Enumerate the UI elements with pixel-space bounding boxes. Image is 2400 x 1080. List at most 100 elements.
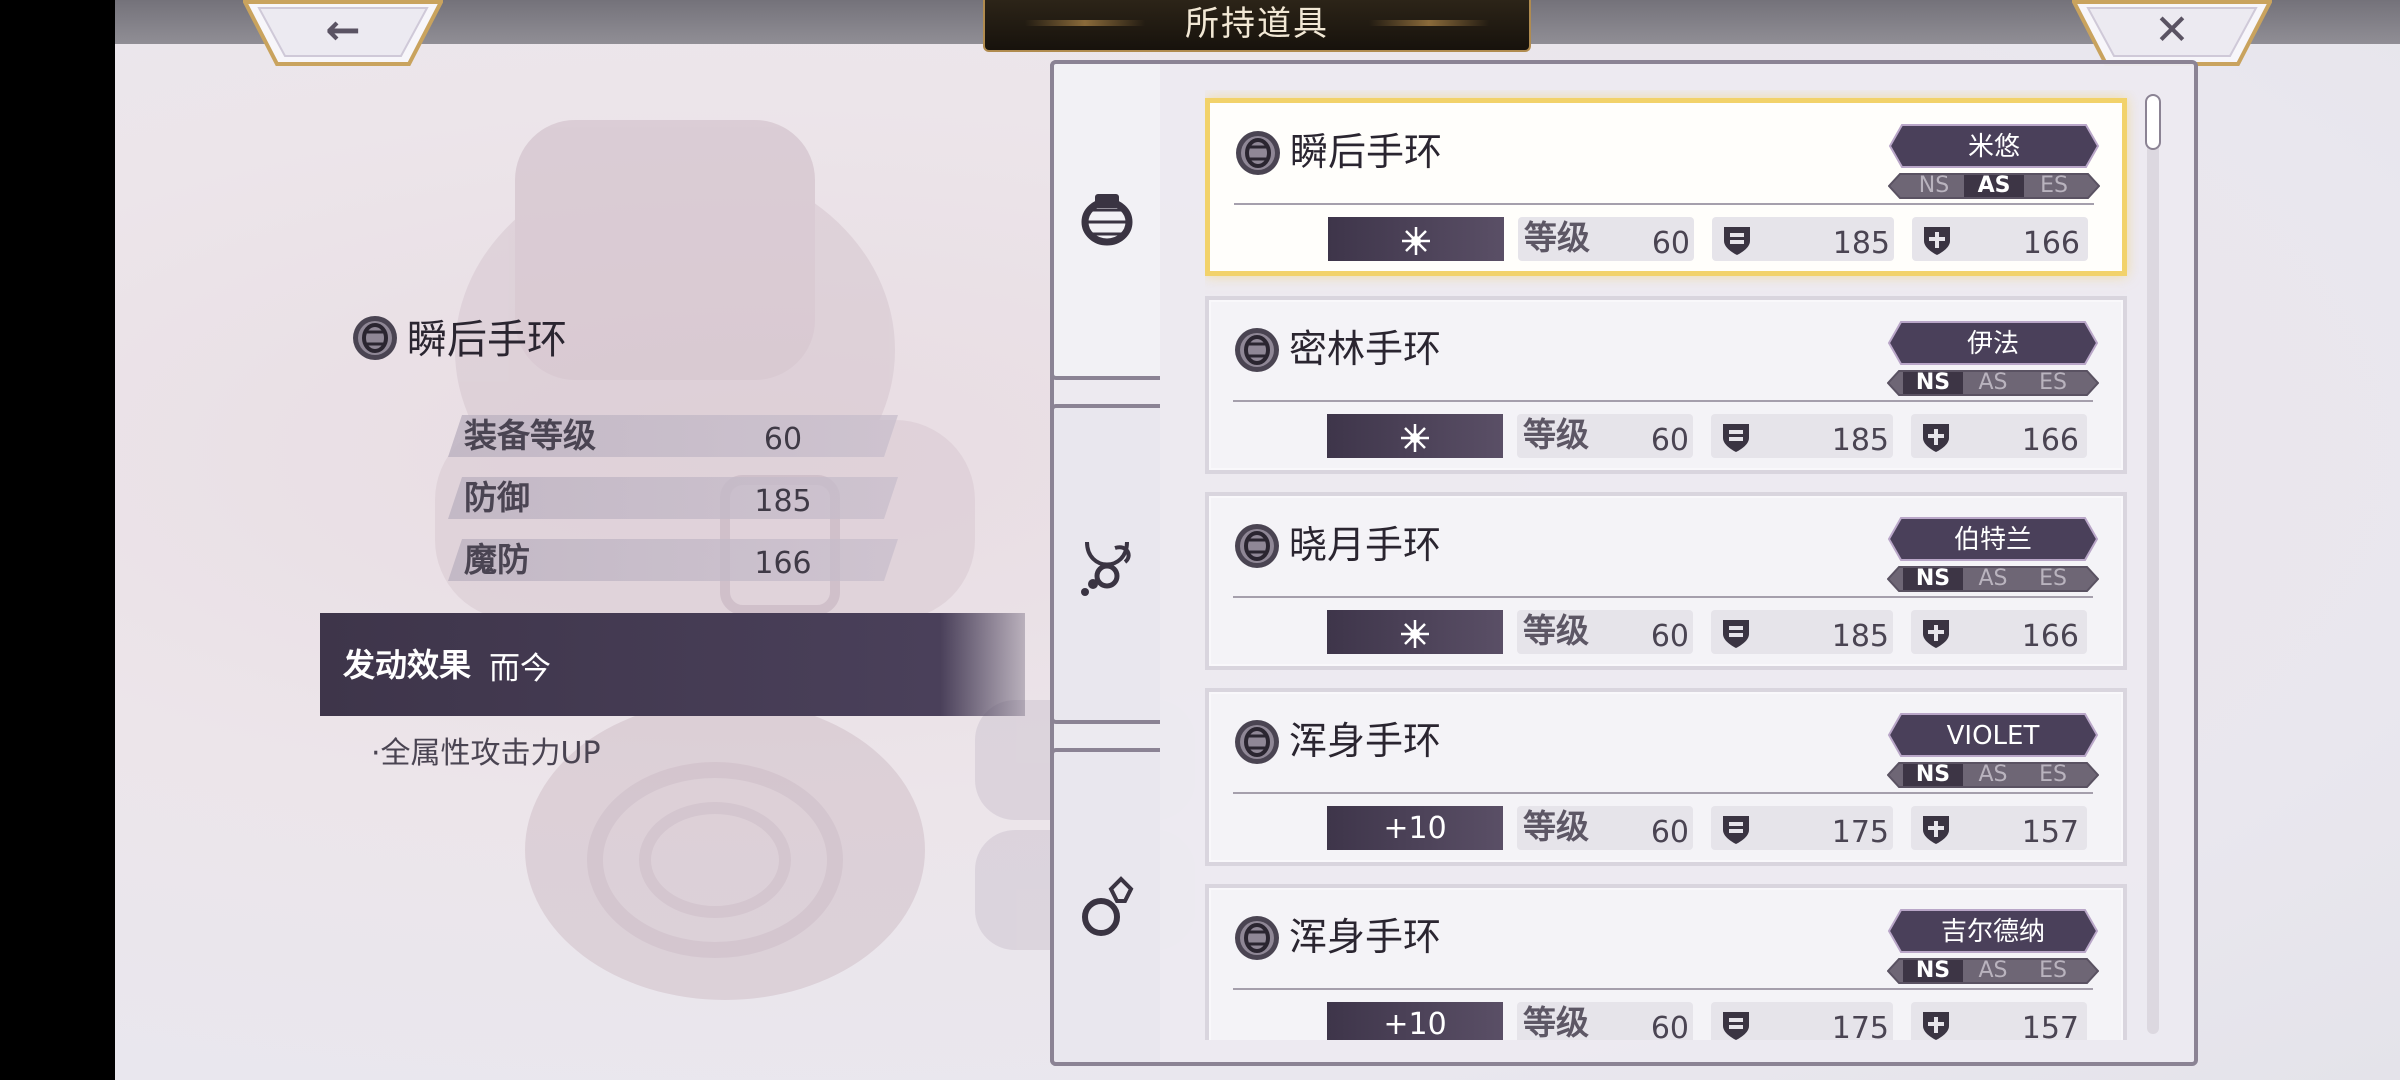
list-scrollbar-thumb[interactable] bbox=[2145, 94, 2161, 150]
detail-item-name: 瞬后手环 bbox=[407, 317, 567, 363]
card-divider bbox=[1233, 400, 2093, 402]
defense-value: 185 bbox=[1832, 226, 1890, 261]
style-indicator: NS AS ES bbox=[1888, 173, 2100, 199]
magic-defense-value: 157 bbox=[2021, 1011, 2079, 1040]
item-card[interactable]: 浑身手环 吉尔德纳 NS AS ES +10 等级 60 175 157 bbox=[1205, 884, 2127, 1040]
style-indicator: NS AS ES bbox=[1887, 762, 2099, 788]
shield-icon bbox=[1723, 620, 1749, 648]
style-ns: NS bbox=[1915, 958, 1951, 983]
stat-value: 185 bbox=[754, 484, 812, 519]
level-label: 等级 bbox=[1523, 415, 1589, 454]
style-as: AS bbox=[1977, 173, 2011, 198]
magic-shield-icon bbox=[1924, 227, 1950, 255]
item-name: 密林手环 bbox=[1289, 327, 1442, 371]
tab-necklace[interactable] bbox=[1050, 404, 1160, 724]
item-name: 瞬后手环 bbox=[1290, 130, 1443, 174]
style-es: ES bbox=[2039, 566, 2067, 591]
item-list: 瞬后手环 米悠 NS AS ES 等级 60 185 166 密林手环 伊法 N… bbox=[1205, 90, 2140, 1040]
card-divider bbox=[1233, 596, 2093, 598]
magic-defense-value: 166 bbox=[2021, 619, 2079, 654]
shield-icon bbox=[1724, 227, 1750, 255]
level-value: 60 bbox=[1650, 1011, 1689, 1040]
shield-icon bbox=[1723, 424, 1749, 452]
level-value: 60 bbox=[1651, 226, 1690, 261]
style-es: ES bbox=[2039, 762, 2067, 787]
shield-icon bbox=[1723, 816, 1749, 844]
effect-value: 而今 bbox=[489, 651, 551, 687]
style-ns: NS bbox=[1915, 762, 1951, 787]
item-card[interactable]: 瞬后手环 米悠 NS AS ES 等级 60 185 166 bbox=[1205, 98, 2127, 276]
magic-defense-value: 166 bbox=[2021, 423, 2079, 458]
magic-shield-icon bbox=[1923, 424, 1949, 452]
item-name: 浑身手环 bbox=[1289, 719, 1442, 763]
sparkle-icon bbox=[1402, 227, 1430, 255]
stat-label: 装备等级 bbox=[464, 416, 596, 455]
refine-badge bbox=[1328, 217, 1504, 261]
bracelet-icon bbox=[1235, 916, 1279, 960]
owner-name: VIOLET bbox=[1946, 721, 2040, 751]
shield-icon bbox=[1723, 1012, 1749, 1040]
magic-defense-value: 157 bbox=[2021, 815, 2079, 850]
level-value: 60 bbox=[1650, 619, 1689, 654]
owner-badge: 伯特兰 bbox=[1887, 516, 2099, 562]
stat-row-equip-level: 装备等级 60 bbox=[448, 415, 898, 457]
sparkle-icon bbox=[1401, 424, 1429, 452]
style-indicator: NS AS ES bbox=[1887, 958, 2099, 984]
defense-value: 175 bbox=[1831, 1011, 1889, 1040]
item-card[interactable]: 浑身手环 VIOLET NS AS ES +10 等级 60 175 157 bbox=[1205, 688, 2127, 866]
style-indicator: NS AS ES bbox=[1887, 370, 2099, 396]
style-es: ES bbox=[2039, 370, 2067, 395]
refine-badge: +10 bbox=[1327, 1002, 1503, 1040]
owner-badge: 米悠 bbox=[1888, 123, 2100, 169]
style-as: AS bbox=[1978, 566, 2008, 591]
list-scrollbar-track[interactable] bbox=[2147, 96, 2159, 1034]
level-label: 等级 bbox=[1523, 807, 1589, 846]
level-label: 等级 bbox=[1523, 1003, 1589, 1040]
owner-name: 伊法 bbox=[1966, 329, 2019, 359]
item-name: 晓月手环 bbox=[1289, 523, 1442, 567]
close-button[interactable]: ✕ bbox=[2072, 0, 2272, 66]
bracelet-icon bbox=[1081, 194, 1133, 246]
bracelet-icon bbox=[1236, 131, 1280, 175]
style-ns: NS bbox=[1915, 370, 1951, 395]
game-screen: ← 所持道具 ✕ 瞬后手环 装备等级 60 防御 185 魔防 166 发动效果… bbox=[115, 0, 2400, 1080]
effect-label: 发动效果 bbox=[343, 646, 472, 684]
tab-ring[interactable] bbox=[1050, 748, 1160, 1066]
stat-value: 60 bbox=[763, 422, 803, 457]
stat-label: 防御 bbox=[464, 478, 530, 517]
title-plate: 所持道具 bbox=[983, 0, 1531, 52]
owner-name: 伯特兰 bbox=[1953, 525, 2032, 555]
level-value: 60 bbox=[1650, 423, 1689, 458]
back-button[interactable]: ← bbox=[243, 0, 443, 66]
style-ns: NS bbox=[1915, 566, 1951, 591]
item-card[interactable]: 晓月手环 伯特兰 NS AS ES 等级 60 185 166 bbox=[1205, 492, 2127, 670]
style-as: AS bbox=[1978, 958, 2008, 983]
bracelet-icon bbox=[1235, 524, 1279, 568]
owner-badge: VIOLET bbox=[1887, 712, 2099, 758]
style-as: AS bbox=[1978, 762, 2008, 787]
defense-value: 175 bbox=[1831, 815, 1889, 850]
tab-bracelet[interactable] bbox=[1050, 60, 1160, 380]
necklace-icon bbox=[1081, 541, 1131, 596]
level-label: 等级 bbox=[1523, 611, 1589, 650]
level-value: 60 bbox=[1650, 815, 1689, 850]
style-indicator: NS AS ES bbox=[1887, 566, 2099, 592]
owner-badge: 伊法 bbox=[1887, 320, 2099, 366]
page-title: 所持道具 bbox=[1185, 4, 1329, 44]
style-as: AS bbox=[1978, 370, 2008, 395]
level-label: 等级 bbox=[1524, 218, 1590, 257]
magic-shield-icon bbox=[1923, 816, 1949, 844]
defense-value: 185 bbox=[1831, 619, 1889, 654]
card-divider bbox=[1233, 988, 2093, 990]
stat-row-defense: 防御 185 bbox=[448, 477, 898, 519]
bracelet-icon bbox=[1235, 720, 1279, 764]
refine-badge bbox=[1327, 414, 1503, 458]
ring-icon bbox=[1082, 876, 1134, 936]
style-es: ES bbox=[2039, 958, 2067, 983]
stat-label: 魔防 bbox=[464, 540, 530, 579]
item-card[interactable]: 密林手环 伊法 NS AS ES 等级 60 185 166 bbox=[1205, 296, 2127, 474]
defense-value: 185 bbox=[1831, 423, 1889, 458]
magic-shield-icon bbox=[1923, 620, 1949, 648]
sparkle-icon bbox=[1401, 620, 1429, 648]
style-ns: NS bbox=[1918, 173, 1950, 198]
